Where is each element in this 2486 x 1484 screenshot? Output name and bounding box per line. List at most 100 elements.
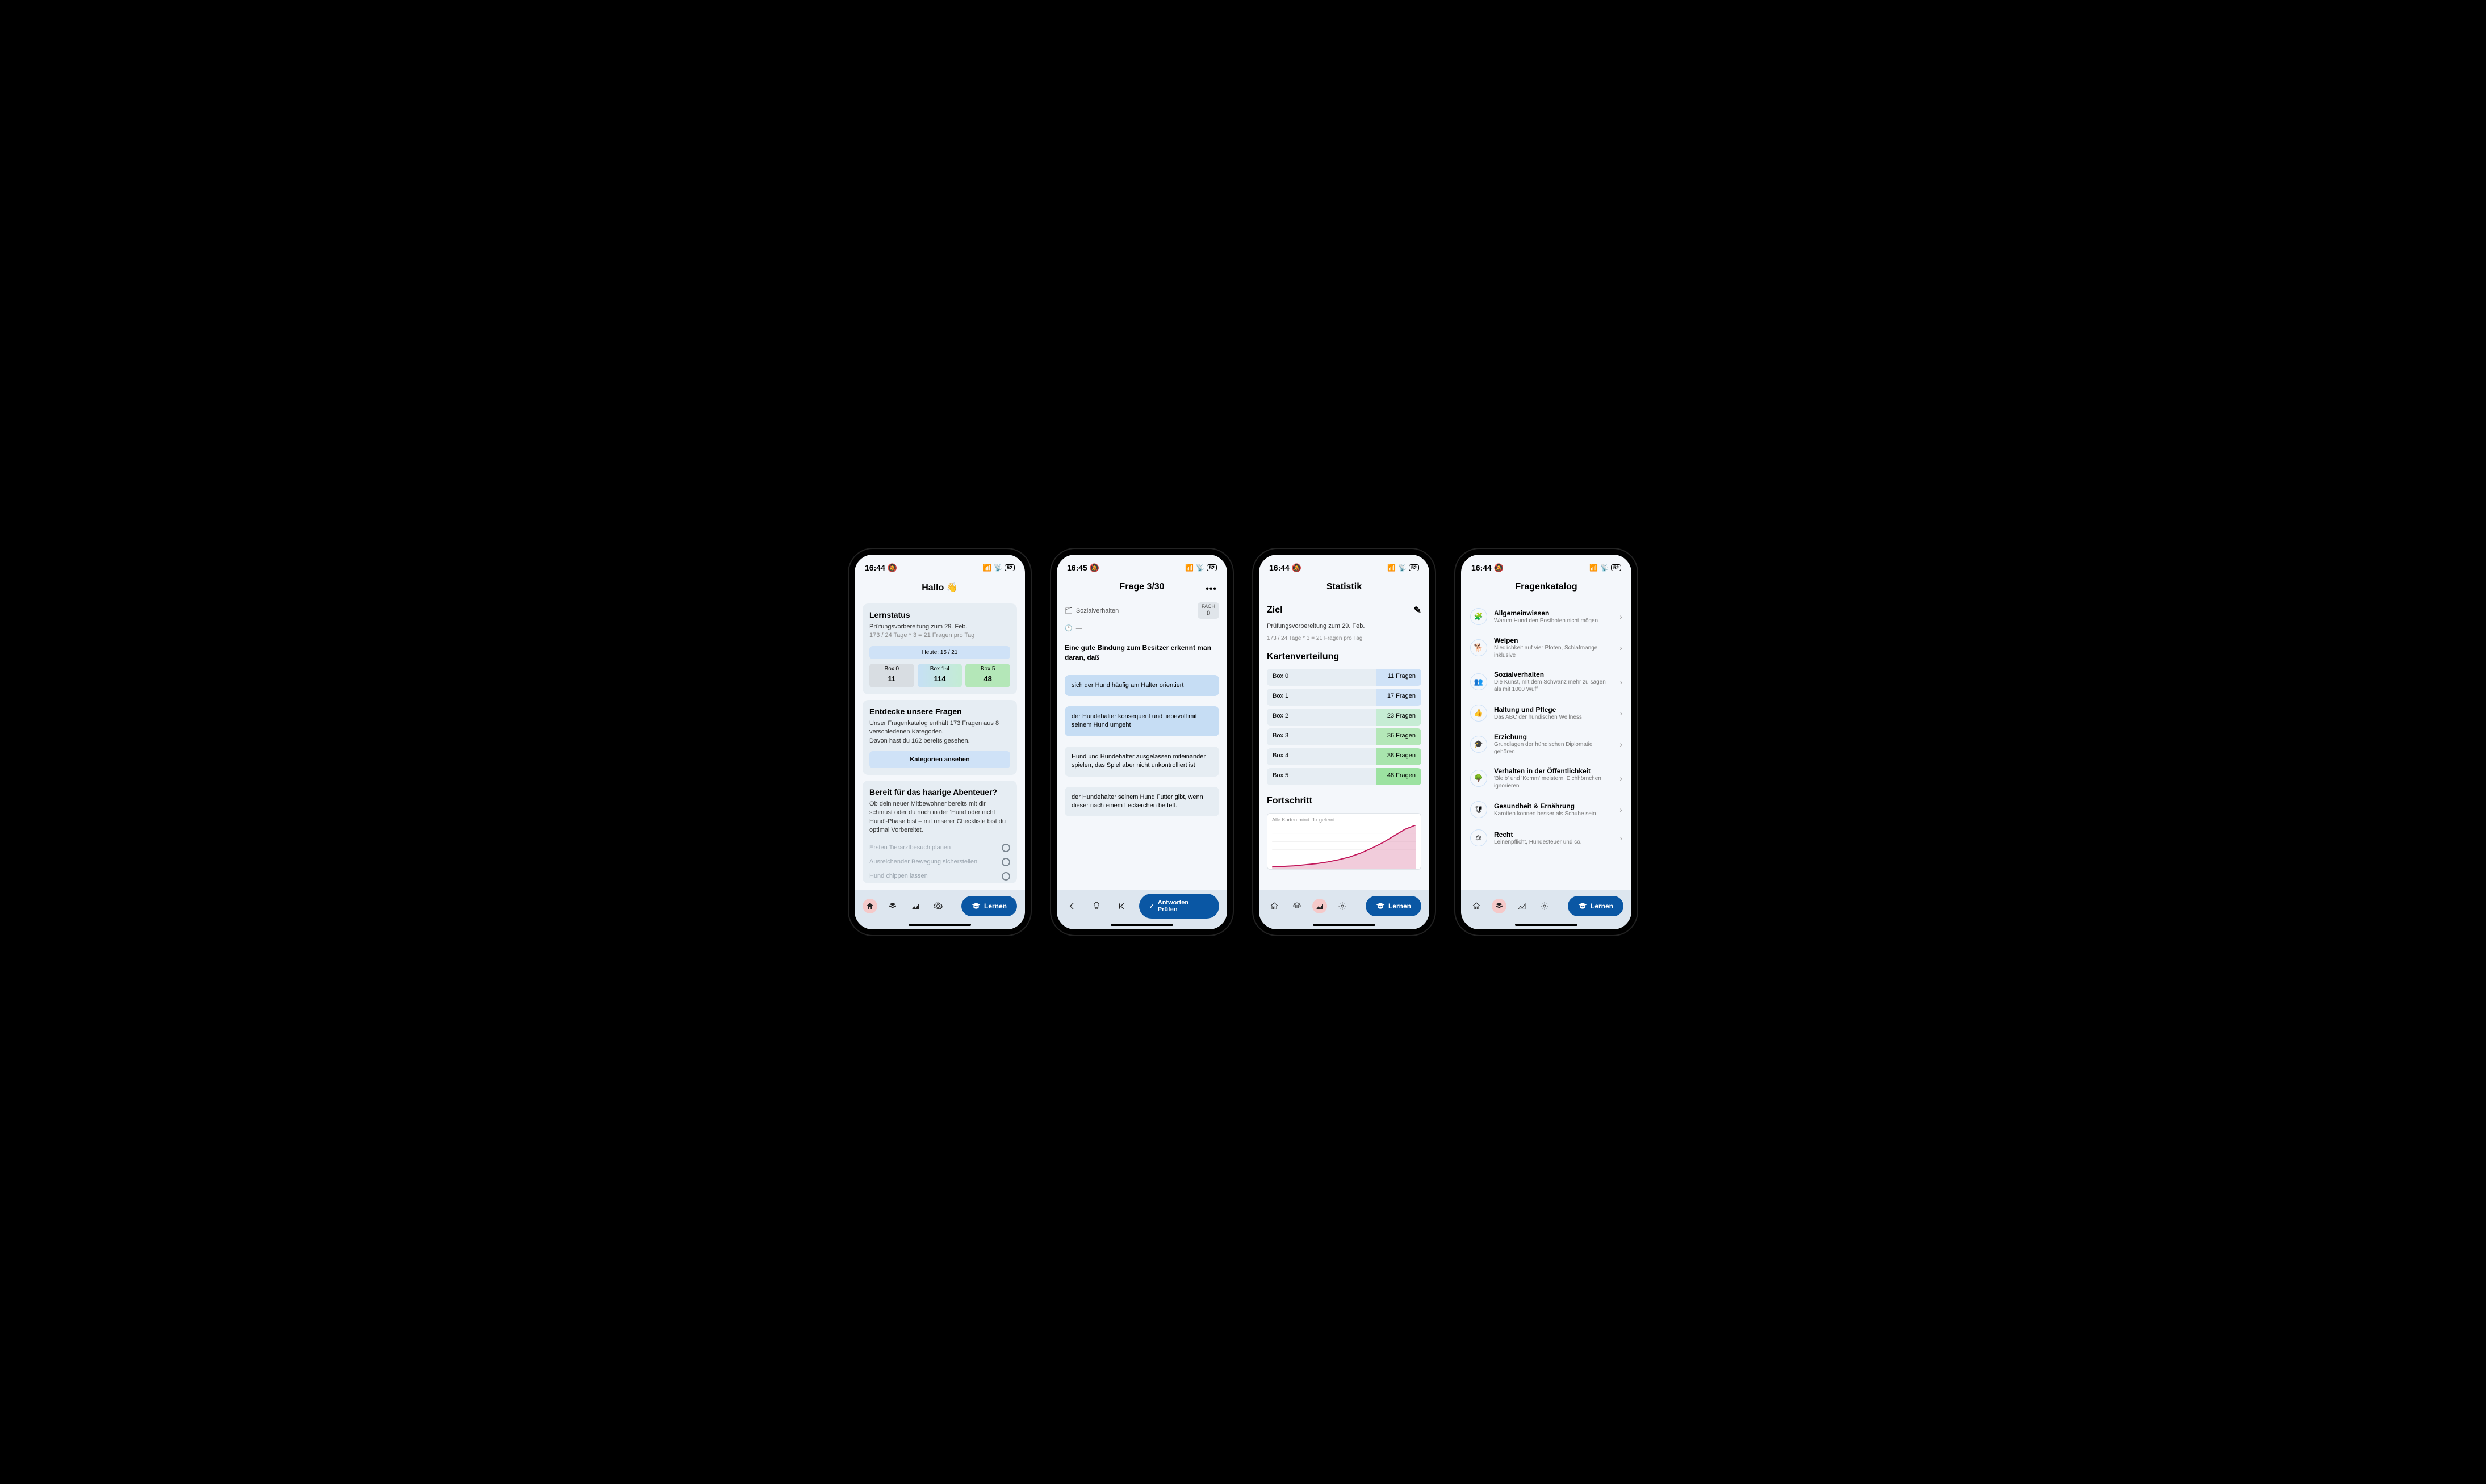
box-0[interactable]: Box 0 11 (869, 664, 914, 687)
more-icon[interactable]: ••• (1206, 584, 1217, 594)
checklist-item[interactable]: Ausreichender Bewegung sicherstellen (869, 855, 1010, 869)
learn-button[interactable]: Lernen (1366, 896, 1421, 916)
chevron-right-icon: › (1619, 709, 1622, 718)
edit-icon[interactable]: ✎ (1414, 605, 1421, 616)
home-icon[interactable] (863, 899, 877, 913)
fach-badge: FACH 0 (1198, 602, 1219, 619)
stats-icon[interactable] (1312, 899, 1327, 913)
answer-option[interactable]: sich der Hund häufig am Halter orientier… (1065, 675, 1219, 696)
dist-row[interactable]: Box 223 Fragen (1267, 709, 1421, 726)
settings-icon[interactable] (1537, 899, 1552, 913)
clock-icon: 🕒 (1065, 624, 1073, 632)
checklist-item[interactable]: Ersten Tierarztbesuch planen (869, 841, 1010, 855)
dist-row[interactable]: Box 117 Fragen (1267, 689, 1421, 706)
back-icon[interactable] (1065, 899, 1079, 913)
dist-row[interactable]: Box 548 Fragen (1267, 768, 1421, 785)
category-item[interactable]: 👥 SozialverhaltenDie Kunst, mit dem Schw… (1469, 665, 1623, 699)
category-item[interactable]: 🎓 ErziehungGrundlagen der hündischen Dip… (1469, 727, 1623, 761)
box-1-4[interactable]: Box 1-4 114 (918, 664, 962, 687)
home-icon[interactable] (1267, 899, 1282, 913)
catalog-icon[interactable] (1290, 899, 1304, 913)
category-title: Allgemeinwissen (1494, 609, 1613, 617)
checklist-item[interactable]: Hund chippen lassen (869, 869, 1010, 883)
stats-icon[interactable] (908, 899, 923, 913)
dist-value: 23 Fragen (1376, 709, 1421, 726)
discover-line1: Unser Fragenkatalog enthält 173 Fragen a… (869, 719, 1010, 737)
bottom-nav: ✓ Antworten Prüfen (1057, 890, 1227, 929)
category-list: 🧩 AllgemeinwissenWarum Hund den Postbote… (1469, 602, 1623, 852)
category-item[interactable]: ⚖ RechtLeinenpflicht, Hundesteuer und co… (1469, 824, 1623, 852)
answer-option[interactable]: Hund und Hundehalter ausgelassen miteina… (1065, 747, 1219, 777)
radio-icon[interactable] (1002, 858, 1010, 866)
learn-label: Lernen (984, 902, 1007, 910)
wifi-icon: 📡 (994, 564, 1002, 572)
first-icon[interactable] (1114, 899, 1129, 913)
page-title-text: Frage 3/30 (1119, 582, 1164, 592)
category-icon: 👥 (1470, 673, 1487, 690)
signal-icon: 📶 (1589, 564, 1598, 572)
category-icon: 🌳 (1470, 770, 1487, 787)
catalog-icon[interactable] (885, 899, 900, 913)
catalog-icon[interactable] (1492, 899, 1506, 913)
home-icon[interactable] (1469, 899, 1484, 913)
settings-icon[interactable] (931, 899, 945, 913)
box-label: Box 0 (869, 666, 914, 672)
box-5[interactable]: Box 5 48 (965, 664, 1010, 687)
learn-button[interactable]: Lernen (961, 896, 1017, 916)
graduation-icon (972, 902, 981, 911)
dist-label: Box 0 (1267, 669, 1376, 686)
learn-button[interactable]: Lernen (1568, 896, 1623, 916)
progress-chart[interactable]: Alle Karten mind. 1x gelernt (1267, 813, 1421, 870)
dist-label: Box 5 (1267, 768, 1376, 785)
home-indicator[interactable] (1515, 924, 1577, 926)
category-label: Sozialverhalten (1076, 607, 1119, 614)
graduation-icon (1376, 902, 1385, 911)
category-item[interactable]: 🐕 WelpenNiedlichkeit auf vier Pfoten, Sc… (1469, 631, 1623, 665)
status-time: 16:44 (1269, 563, 1290, 572)
page-title: Fragenkatalog (1469, 578, 1623, 597)
bell-off-icon: 🔕 (888, 563, 897, 573)
category-icon: 🛡 (1470, 801, 1487, 818)
bell-off-icon: 🔕 (1090, 563, 1099, 573)
stats-icon[interactable] (1514, 899, 1529, 913)
box-count: 48 (965, 674, 1010, 683)
home-indicator[interactable] (1111, 924, 1173, 926)
category-item[interactable]: 👍 Haltung und PflegeDas ABC der hündisch… (1469, 699, 1623, 727)
category-title: Recht (1494, 831, 1613, 839)
status-bar: 16:45 🔕 📶 📡 52 (1057, 555, 1227, 576)
chevron-right-icon: › (1619, 677, 1622, 686)
category-title: Sozialverhalten (1494, 670, 1613, 678)
category-item[interactable]: 🛡 Gesundheit & ErnährungKarotten können … (1469, 795, 1623, 824)
category-icon: 🐕 (1470, 639, 1487, 656)
radio-icon[interactable] (1002, 872, 1010, 881)
dist-row[interactable]: Box 438 Fragen (1267, 748, 1421, 765)
graduation-icon (1578, 902, 1587, 911)
check-answers-button[interactable]: ✓ Antworten Prüfen (1139, 894, 1219, 919)
wifi-icon: 📡 (1398, 564, 1407, 572)
phone-question: 16:45 🔕 📶 📡 52 Frage 3/30 ••• 🗂 Sozialve… (1051, 549, 1233, 935)
category-item[interactable]: 🧩 AllgemeinwissenWarum Hund den Postbote… (1469, 602, 1623, 631)
category-item[interactable]: 🌳 Verhalten in der Öffentlichkeit'Bleib'… (1469, 761, 1623, 795)
dist-row[interactable]: Box 336 Fragen (1267, 728, 1421, 745)
answer-option[interactable]: der Hundehalter seinem Hund Futter gibt,… (1065, 787, 1219, 817)
category-sub: 'Bleib' und 'Komm' meistern, Eichhörnche… (1494, 775, 1613, 790)
category-title: Haltung und Pflege (1494, 706, 1613, 714)
dist-label: Box 3 (1267, 728, 1376, 745)
signal-icon: 📶 (1185, 564, 1194, 572)
dist-heading: Kartenverteilung (1267, 652, 1421, 662)
settings-icon[interactable] (1335, 899, 1350, 913)
radio-icon[interactable] (1002, 844, 1010, 852)
page-title: Hallo 👋 (863, 578, 1017, 598)
hint-icon[interactable] (1090, 899, 1104, 913)
view-categories-button[interactable]: Kategorien ansehen (869, 751, 1010, 768)
home-indicator[interactable] (909, 924, 971, 926)
goal-sub: Prüfungsvorbereitung zum 29. Feb. (1267, 623, 1421, 630)
home-indicator[interactable] (1313, 924, 1375, 926)
dist-row[interactable]: Box 011 Fragen (1267, 669, 1421, 686)
answer-option[interactable]: der Hundehalter konsequent und liebevoll… (1065, 706, 1219, 736)
goal-label: Ziel (1267, 605, 1283, 615)
battery-icon: 52 (1207, 564, 1217, 571)
category-sub: Grundlagen der hündischen Diplomatie geh… (1494, 741, 1613, 756)
time-meta: 🕒 — (1065, 624, 1219, 632)
today-progress[interactable]: Heute: 15 / 21 (869, 646, 1010, 659)
